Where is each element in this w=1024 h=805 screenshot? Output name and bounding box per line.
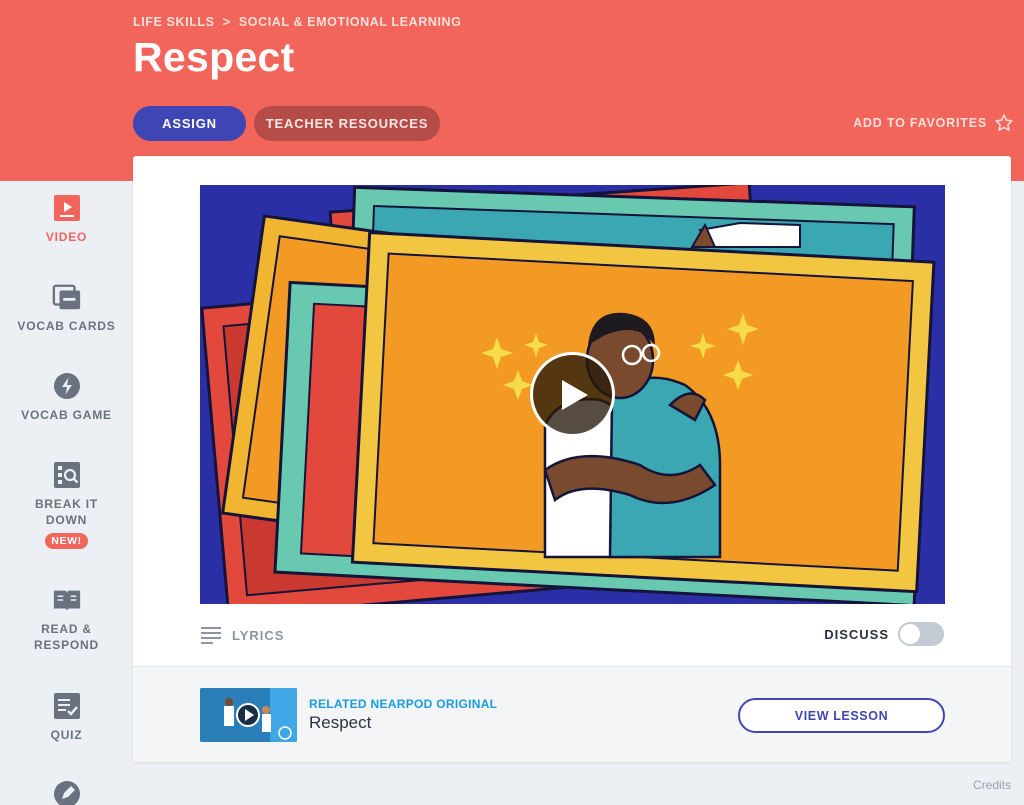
add-to-favorites-label: ADD TO FAVORITES xyxy=(853,116,987,130)
sidebar-item-read-respond[interactable]: READ & RESPOND xyxy=(0,585,133,653)
new-badge: NEW! xyxy=(45,533,88,549)
lesson-thumbnail-image xyxy=(200,688,297,742)
sidebar-item-label: VIDEO xyxy=(45,230,88,244)
add-to-favorites-button[interactable]: ADD TO FAVORITES xyxy=(853,113,1014,133)
discuss-toggle[interactable] xyxy=(898,622,944,646)
play-icon xyxy=(561,379,588,410)
sidebar: VIDEO VOCAB CARDS VOCAB GAME BREAK IT DO… xyxy=(0,181,133,805)
teacher-resources-button[interactable]: TEACHER RESOURCES xyxy=(254,106,440,141)
play-button[interactable] xyxy=(530,352,615,437)
related-lesson-thumbnail[interactable] xyxy=(200,688,297,742)
magnify-icon xyxy=(52,460,82,490)
toggle-knob xyxy=(900,624,920,644)
breadcrumb-life-skills[interactable]: LIFE SKILLS xyxy=(133,15,215,29)
star-icon xyxy=(995,114,1013,131)
sidebar-item-label: VOCAB GAME xyxy=(21,408,112,422)
sidebar-item-label: BREAK IT DOWN xyxy=(34,497,99,527)
discuss-label: DISCUSS xyxy=(824,626,889,642)
main-card: LYRICS DISCUSS RELATED NEARPOD ORIGINAL … xyxy=(133,156,1011,762)
credits-link[interactable]: Credits xyxy=(973,778,1011,792)
lyrics-label: LYRICS xyxy=(232,627,285,643)
sidebar-item-break-it-down[interactable]: BREAK IT DOWN NEW! xyxy=(0,460,133,549)
sidebar-item-quiz[interactable]: QUIZ xyxy=(0,691,133,743)
related-kicker: RELATED NEARPOD ORIGINAL xyxy=(309,697,498,711)
video-icon xyxy=(52,193,82,223)
assign-button[interactable]: ASSIGN xyxy=(133,106,246,141)
cards-icon xyxy=(52,282,82,312)
checklist-icon xyxy=(52,691,82,721)
sidebar-item-label: VOCAB CARDS xyxy=(17,319,116,333)
breadcrumb-sel[interactable]: SOCIAL & EMOTIONAL LEARNING xyxy=(239,15,462,29)
sidebar-item-video[interactable]: VIDEO xyxy=(0,193,133,245)
breadcrumb-separator-icon: > xyxy=(222,14,231,29)
sidebar-item-label: QUIZ xyxy=(50,728,83,742)
sidebar-item-more[interactable] xyxy=(0,779,133,805)
sidebar-item-vocab-cards[interactable]: VOCAB CARDS xyxy=(0,282,133,334)
lyrics-toggle[interactable]: LYRICS xyxy=(200,626,284,644)
book-icon xyxy=(52,585,82,615)
related-lesson-panel: RELATED NEARPOD ORIGINAL Respect VIEW LE… xyxy=(133,666,1011,762)
page-title: Respect xyxy=(133,34,295,80)
breadcrumb: LIFE SKILLS > SOCIAL & EMOTIONAL LEARNIN… xyxy=(133,14,462,29)
related-title: Respect xyxy=(309,713,372,732)
sidebar-item-label: READ & RESPOND xyxy=(34,622,99,652)
lyrics-icon xyxy=(201,627,221,644)
page-header: LIFE SKILLS > SOCIAL & EMOTIONAL LEARNIN… xyxy=(0,0,1024,181)
discuss-control: DISCUSS xyxy=(824,622,944,646)
lightning-icon xyxy=(52,371,82,401)
pencil-icon xyxy=(52,779,82,805)
view-lesson-button[interactable]: VIEW LESSON xyxy=(738,698,945,733)
video-player[interactable] xyxy=(200,185,945,604)
sidebar-item-vocab-game[interactable]: VOCAB GAME xyxy=(0,371,133,423)
